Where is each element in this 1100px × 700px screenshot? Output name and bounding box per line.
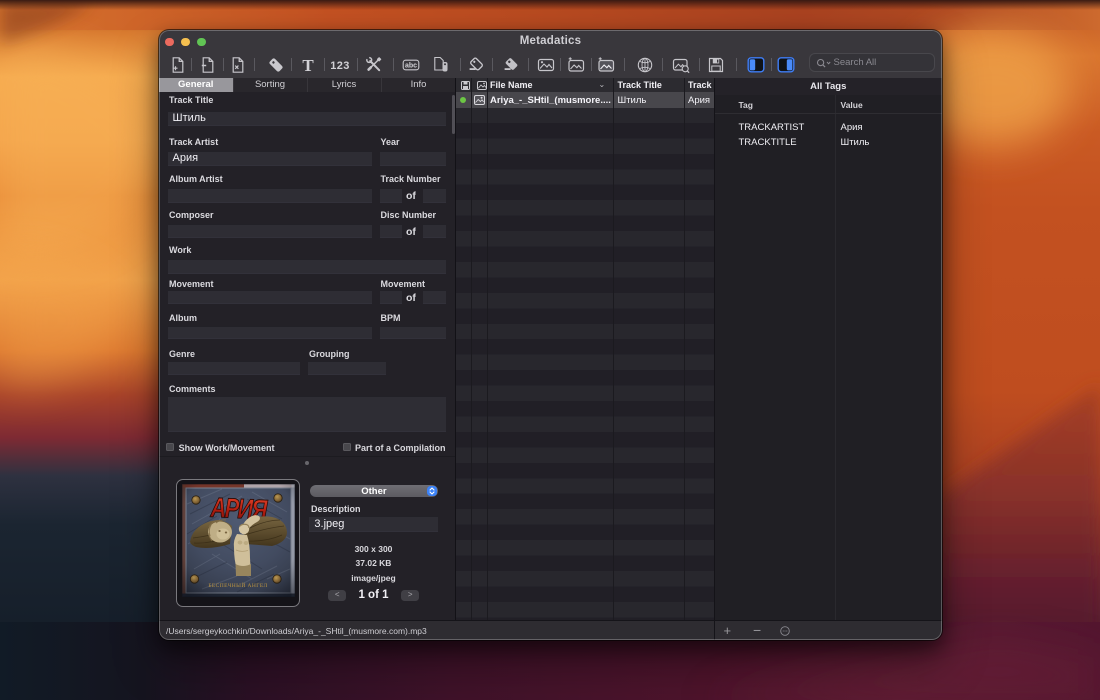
svg-text:abc: abc: [405, 62, 417, 69]
svg-text:T: T: [302, 56, 314, 75]
svg-text:123: 123: [331, 60, 349, 72]
